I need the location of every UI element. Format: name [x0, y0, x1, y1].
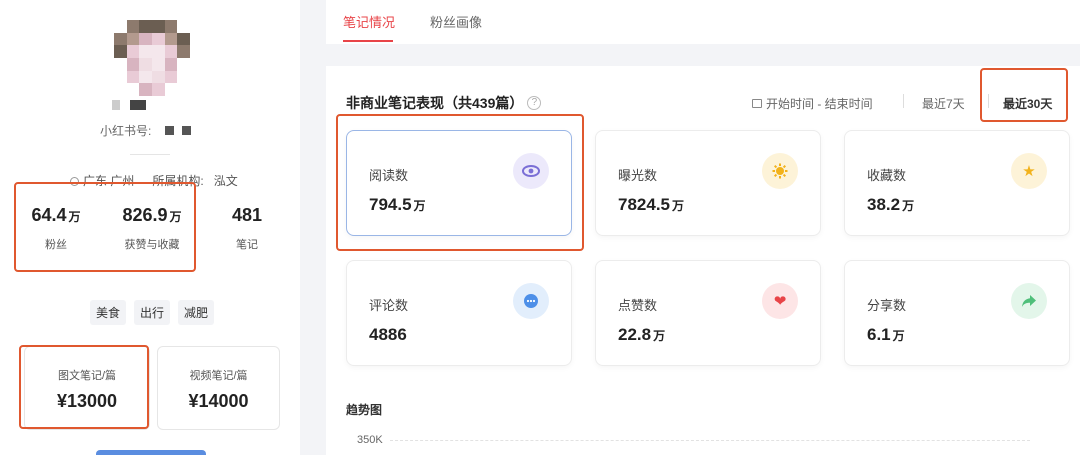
section-title-text: 非商业笔记表现（共439篇）	[346, 95, 524, 111]
metric-value: 4886	[369, 325, 407, 344]
metric-value: 38.2	[867, 195, 901, 214]
metric-value: 22.8	[618, 325, 652, 344]
metric-label: 评论数	[369, 298, 409, 313]
profile-panel: 小红书号: 广东 广州 所属机构: 泓文 64.4 万 粉丝 826.9 万 获赞与…	[0, 0, 300, 455]
metric-card-collects[interactable]: 收藏数 38.2 万 ★	[844, 130, 1070, 236]
tab-fans-profile[interactable]: 粉丝画像	[430, 12, 482, 31]
uid-value-blurred	[165, 126, 192, 135]
comment-icon	[513, 283, 549, 319]
date-range-text: 开始时间 - 结束时间	[766, 97, 873, 111]
price-card-video-note: 视频笔记/篇 ¥14000	[157, 346, 280, 430]
tag-item[interactable]: 出行	[134, 300, 171, 325]
range-7-days[interactable]: 最近7天	[922, 95, 965, 112]
username-blurred	[112, 100, 146, 110]
price-label: 视频笔记/篇	[189, 370, 248, 382]
metric-label: 收藏数	[867, 168, 907, 183]
share-icon	[1011, 283, 1047, 319]
metric-label: 点赞数	[618, 298, 658, 313]
tab-notes[interactable]: 笔记情况	[343, 12, 395, 31]
help-icon[interactable]: ?	[527, 96, 542, 110]
chart-gridline	[390, 440, 1030, 441]
avatar	[114, 20, 190, 96]
tag-list: 美食 出行 减肥	[90, 300, 215, 325]
calendar-icon	[752, 99, 762, 108]
heart-icon: ❤	[762, 283, 798, 319]
divider	[903, 94, 904, 108]
star-icon: ★	[1011, 153, 1047, 189]
y-axis-label: 350K	[357, 434, 383, 446]
stat-label: 笔记	[236, 239, 258, 251]
contact-button[interactable]	[96, 450, 206, 455]
metric-label: 曝光数	[618, 168, 658, 183]
metric-unit: 万	[902, 199, 915, 213]
divider	[130, 154, 170, 155]
section-title: 非商业笔记表现（共439篇） ?	[346, 93, 542, 113]
metric-unit: 万	[672, 199, 685, 213]
price-value: ¥14000	[188, 391, 249, 411]
org-value: 泓文	[213, 174, 238, 188]
date-range-picker[interactable]: 开始时间 - 结束时间	[752, 95, 873, 112]
tag-item[interactable]: 减肥	[178, 300, 215, 325]
highlight-box	[980, 68, 1068, 122]
metric-value: 7824.5	[618, 195, 670, 214]
stat-notes: 481 笔记	[222, 205, 272, 252]
tag-item[interactable]: 美食	[90, 300, 127, 325]
active-tab-indicator	[343, 40, 393, 42]
metric-card-likes[interactable]: 点赞数 22.8 万 ❤	[595, 260, 821, 366]
metric-card-shares[interactable]: 分享数 6.1 万	[844, 260, 1070, 366]
sun-icon	[762, 153, 798, 189]
uid-label: 小红书号:	[100, 124, 152, 138]
trend-title: 趋势图	[346, 403, 383, 417]
metric-unit: 万	[653, 329, 666, 343]
metric-value: 6.1	[867, 325, 891, 344]
metric-card-exposure[interactable]: 曝光数 7824.5 万	[595, 130, 821, 236]
highlight-box	[336, 114, 584, 251]
highlight-box	[19, 345, 149, 429]
stat-value: 481	[231, 205, 263, 225]
uid-row: 小红书号:	[100, 122, 192, 139]
metric-card-comments[interactable]: 评论数 4886	[346, 260, 572, 366]
highlight-box	[14, 182, 196, 272]
metric-unit: 万	[892, 329, 905, 343]
metric-label: 分享数	[867, 298, 907, 313]
